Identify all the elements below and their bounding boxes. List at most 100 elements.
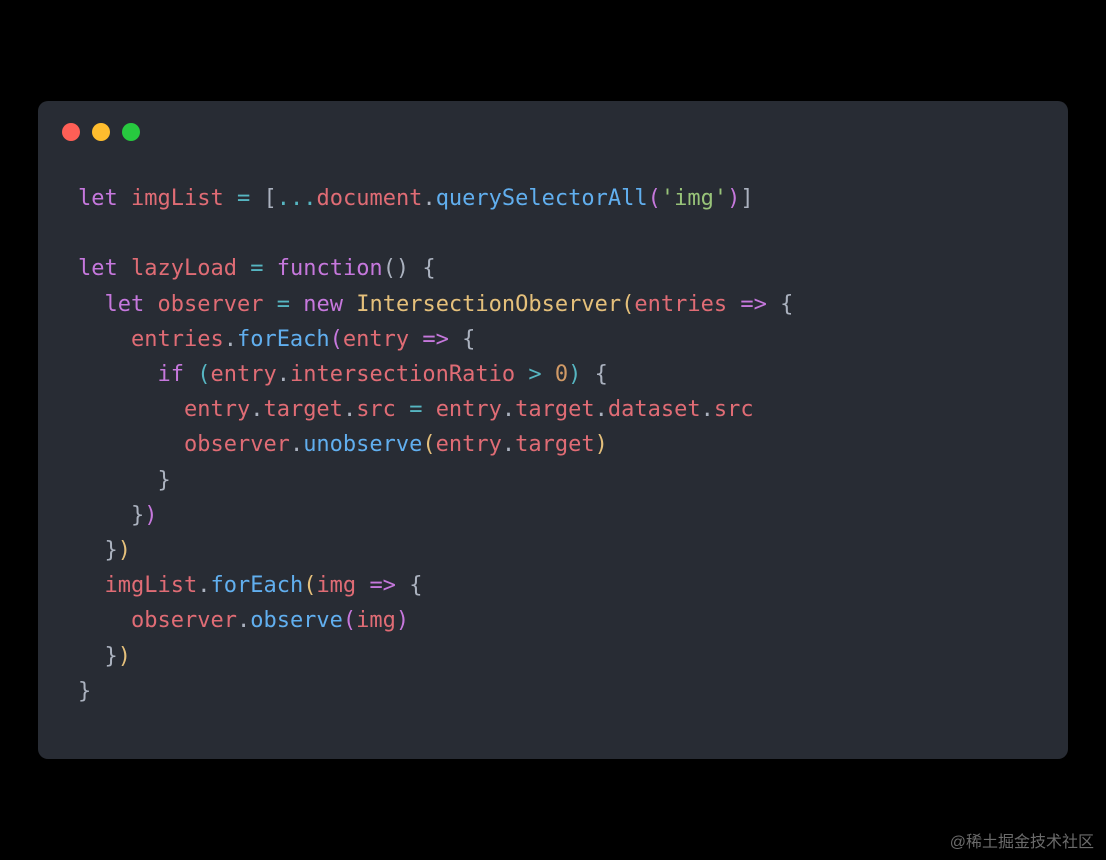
code-token <box>343 292 356 317</box>
code-token: } <box>78 503 144 528</box>
code-token: entry <box>210 362 276 387</box>
code-token <box>581 362 594 387</box>
code-token <box>237 256 250 281</box>
code-token: ( <box>648 186 661 211</box>
code-token: target <box>515 397 594 422</box>
code-token: ) <box>568 362 581 387</box>
code-token <box>78 292 105 317</box>
code-token: target <box>263 397 342 422</box>
code-token: . <box>343 397 356 422</box>
code-token: => <box>422 327 449 352</box>
code-token: . <box>422 186 435 211</box>
code-token <box>118 186 131 211</box>
code-token: document <box>316 186 422 211</box>
code-token: entry <box>436 397 502 422</box>
code-token <box>422 397 435 422</box>
code-token <box>515 362 528 387</box>
code-token: { <box>409 573 422 598</box>
code-token: function <box>277 256 383 281</box>
code-token: ] <box>740 186 753 211</box>
code-token: img <box>316 573 356 598</box>
code-token: . <box>250 397 263 422</box>
code-token: . <box>237 608 250 633</box>
code-token: entry <box>184 397 250 422</box>
code-token: img <box>356 608 396 633</box>
code-token: src <box>356 397 396 422</box>
code-token: observer <box>158 292 264 317</box>
code-token: observer <box>184 432 290 457</box>
code-token: ... <box>277 186 317 211</box>
code-token: let <box>78 256 118 281</box>
code-token: intersectionRatio <box>290 362 515 387</box>
maximize-icon[interactable] <box>122 123 140 141</box>
code-token <box>118 256 131 281</box>
code-token: = <box>250 256 263 281</box>
code-token: = <box>409 397 422 422</box>
code-token: forEach <box>210 573 303 598</box>
code-token <box>184 362 197 387</box>
code-token: 'img' <box>661 186 727 211</box>
code-token <box>727 292 740 317</box>
code-token: observer <box>131 608 237 633</box>
code-token <box>263 256 276 281</box>
code-token: => <box>740 292 767 317</box>
code-token <box>263 292 276 317</box>
code-token <box>290 292 303 317</box>
code-token <box>144 292 157 317</box>
code-token: ) <box>396 608 409 633</box>
code-token <box>409 327 422 352</box>
code-token: . <box>502 397 515 422</box>
code-token: entries <box>131 327 224 352</box>
code-token: } <box>78 679 91 704</box>
code-token: } <box>78 644 118 669</box>
code-token: . <box>224 327 237 352</box>
code-token: ( <box>197 362 210 387</box>
code-token: = <box>237 186 250 211</box>
code-token: ( <box>343 608 356 633</box>
code-token: observe <box>250 608 343 633</box>
code-token <box>396 397 409 422</box>
code-token <box>356 573 369 598</box>
code-token: new <box>303 292 343 317</box>
code-token: IntersectionObserver <box>356 292 621 317</box>
code-token: { <box>780 292 793 317</box>
code-token: { <box>595 362 608 387</box>
code-token <box>542 362 555 387</box>
code-token <box>78 327 131 352</box>
code-token: . <box>197 573 210 598</box>
code-token <box>250 186 263 211</box>
code-token: imgList <box>131 186 224 211</box>
minimize-icon[interactable] <box>92 123 110 141</box>
code-token <box>396 573 409 598</box>
code-token <box>449 327 462 352</box>
code-token: = <box>277 292 290 317</box>
code-token <box>78 362 157 387</box>
code-token: } <box>78 538 118 563</box>
code-token: ) <box>144 503 157 528</box>
code-token: entry <box>343 327 409 352</box>
code-token: lazyLoad <box>131 256 237 281</box>
code-token: let <box>78 186 118 211</box>
code-token: () { <box>383 256 436 281</box>
code-token: > <box>528 362 541 387</box>
close-icon[interactable] <box>62 123 80 141</box>
code-token: ( <box>422 432 435 457</box>
code-token <box>78 432 184 457</box>
code-block[interactable]: let imgList = [...document.querySelector… <box>38 151 1068 729</box>
code-token: unobserve <box>303 432 422 457</box>
code-token: dataset <box>608 397 701 422</box>
code-token: . <box>701 397 714 422</box>
code-token: ( <box>621 292 634 317</box>
code-token: . <box>595 397 608 422</box>
code-token: ) <box>595 432 608 457</box>
code-window: let imgList = [...document.querySelector… <box>38 101 1068 759</box>
code-token: ) <box>727 186 740 211</box>
code-token: ) <box>118 538 131 563</box>
code-token: . <box>290 432 303 457</box>
code-token: entry <box>436 432 502 457</box>
code-token: ( <box>303 573 316 598</box>
code-token: forEach <box>237 327 330 352</box>
code-token: let <box>105 292 145 317</box>
code-token <box>78 397 184 422</box>
code-token: [ <box>263 186 276 211</box>
